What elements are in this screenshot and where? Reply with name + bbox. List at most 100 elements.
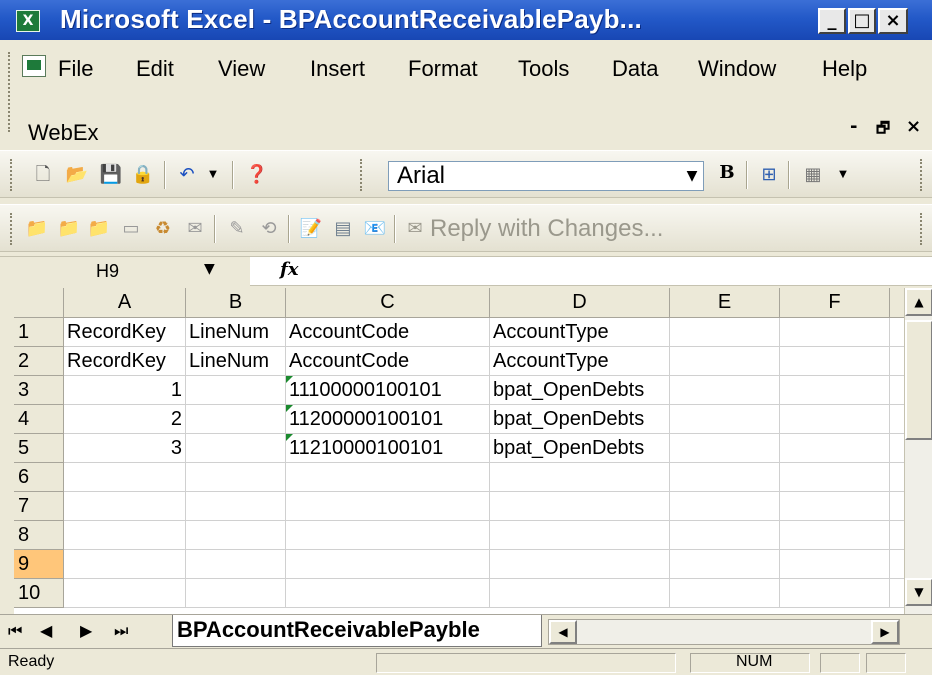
open-icon[interactable]: 📂 — [64, 162, 90, 188]
row-header-6[interactable]: 6 — [14, 463, 64, 492]
column-header-f[interactable]: F — [780, 288, 890, 318]
help-icon[interactable]: ❓ — [244, 162, 270, 188]
cell-a9[interactable] — [64, 550, 186, 579]
name-box-dropdown-icon[interactable]: ▼ — [204, 261, 215, 277]
menu-view[interactable]: View — [218, 56, 265, 82]
row-header-1[interactable]: 1 — [14, 318, 64, 347]
cell-c6[interactable] — [286, 463, 490, 492]
save-icon[interactable]: 💾 — [98, 162, 124, 188]
cell-d7[interactable] — [490, 492, 670, 521]
cell-d6[interactable] — [490, 463, 670, 492]
undo-icon[interactable]: ↶ — [174, 162, 200, 188]
cell-overflow[interactable] — [890, 521, 904, 550]
cell-b2[interactable]: LineNum — [186, 347, 286, 376]
update-file-icon[interactable]: ▤ — [330, 216, 356, 242]
row-header-8[interactable]: 8 — [14, 521, 64, 550]
select-all-corner[interactable] — [14, 288, 64, 318]
cell-c2[interactable]: AccountCode — [286, 347, 490, 376]
cell-f1[interactable] — [780, 318, 890, 347]
merge-center-icon[interactable]: ⊞ — [756, 162, 782, 188]
next-comment-icon[interactable]: 📁 — [86, 216, 112, 242]
cell-f9[interactable] — [780, 550, 890, 579]
cell-e9[interactable] — [670, 550, 780, 579]
mail-recipient-icon[interactable]: 📧 — [362, 216, 388, 242]
edit-comment-icon[interactable]: 📝 — [298, 216, 324, 242]
cell-b10[interactable] — [186, 579, 286, 608]
vertical-scroll-thumb[interactable] — [905, 320, 932, 440]
next-sheet-icon[interactable]: ▶ — [80, 621, 92, 640]
cell-c4[interactable]: 11200000100101 — [286, 405, 490, 434]
cell-a1[interactable]: RecordKey — [64, 318, 186, 347]
font-name-combo[interactable]: Arial — [388, 161, 704, 191]
cell-d10[interactable] — [490, 579, 670, 608]
excel-app-icon[interactable]: X — [16, 10, 40, 32]
cell-d4[interactable]: bpat_OpenDebts — [490, 405, 670, 434]
cell-b4[interactable] — [186, 405, 286, 434]
row-header-4[interactable]: 4 — [14, 405, 64, 434]
menu-file[interactable]: File — [58, 56, 93, 82]
toolbar-grip[interactable] — [10, 213, 14, 245]
toolbar-grip[interactable] — [10, 159, 14, 191]
minimize-button[interactable]: _ — [818, 8, 846, 34]
toolbar-grip[interactable] — [920, 213, 924, 245]
undo-dropdown-icon[interactable]: ▼ — [200, 162, 226, 188]
cell-e7[interactable] — [670, 492, 780, 521]
insert-function-icon[interactable]: fx — [280, 259, 298, 280]
cell-c9[interactable] — [286, 550, 490, 579]
menu-insert[interactable]: Insert — [310, 56, 365, 82]
cell-b5[interactable] — [186, 434, 286, 463]
cell-a4[interactable]: 2 — [64, 405, 186, 434]
cell-b1[interactable]: LineNum — [186, 318, 286, 347]
cell-d5[interactable]: bpat_OpenDebts — [490, 434, 670, 463]
doc-restore-button[interactable]: 🗗 — [876, 118, 890, 143]
cell-e4[interactable] — [670, 405, 780, 434]
scroll-left-icon[interactable]: ◀ — [549, 620, 577, 644]
vertical-scrollbar[interactable]: ▲ ▼ — [904, 288, 932, 614]
cell-f3[interactable] — [780, 376, 890, 405]
workbook-icon[interactable] — [22, 55, 46, 77]
toolbar-grip[interactable] — [920, 159, 924, 191]
cell-b3[interactable] — [186, 376, 286, 405]
cell-overflow[interactable] — [890, 550, 904, 579]
cell-c3[interactable]: 11100000100101 — [286, 376, 490, 405]
first-sheet-icon[interactable]: ⏮ — [8, 621, 22, 641]
column-header-c[interactable]: C — [286, 288, 490, 318]
show-all-comments-icon[interactable]: ♻ — [150, 216, 176, 242]
row-header-2[interactable]: 2 — [14, 347, 64, 376]
cell-overflow[interactable] — [890, 318, 904, 347]
cell-overflow[interactable] — [890, 463, 904, 492]
menu-data[interactable]: Data — [612, 56, 658, 82]
column-header-e[interactable]: E — [670, 288, 780, 318]
bold-button[interactable]: B — [714, 162, 740, 188]
menu-edit[interactable]: Edit — [136, 56, 174, 82]
cell-e10[interactable] — [670, 579, 780, 608]
reject-icon[interactable]: ⟲ — [256, 216, 282, 242]
cell-a5[interactable]: 3 — [64, 434, 186, 463]
cell-c7[interactable] — [286, 492, 490, 521]
cell-d9[interactable] — [490, 550, 670, 579]
cell-overflow[interactable] — [890, 492, 904, 521]
cell-overflow[interactable] — [890, 376, 904, 405]
show-comment-icon[interactable]: ▭ — [118, 216, 144, 242]
borders-dropdown-icon[interactable]: ▼ — [830, 162, 856, 188]
reply-with-changes-button[interactable]: Reply with Changes... — [430, 215, 663, 243]
scroll-down-icon[interactable]: ▼ — [905, 578, 932, 606]
cell-d3[interactable]: bpat_OpenDebts — [490, 376, 670, 405]
cell-e3[interactable] — [670, 376, 780, 405]
previous-comment-icon[interactable]: 📁 — [56, 216, 82, 242]
cell-f6[interactable] — [780, 463, 890, 492]
delete-comment-icon[interactable]: ✉ — [182, 216, 208, 242]
folder-icon[interactable]: 📁 — [24, 216, 50, 242]
cell-overflow[interactable] — [890, 347, 904, 376]
track-changes-icon[interactable]: ✎ — [224, 216, 250, 242]
row-header-10[interactable]: 10 — [14, 579, 64, 608]
cell-a8[interactable] — [64, 521, 186, 550]
worksheet-grid[interactable]: A B C D E F 1 RecordKey LineNum AccountCode… — [14, 288, 904, 614]
borders-icon[interactable]: ▦ — [800, 162, 826, 188]
cell-b8[interactable] — [186, 521, 286, 550]
cell-a10[interactable] — [64, 579, 186, 608]
cell-f7[interactable] — [780, 492, 890, 521]
menu-help[interactable]: Help — [822, 56, 867, 82]
cell-b9[interactable] — [186, 550, 286, 579]
doc-minimize-button[interactable]: - — [850, 116, 857, 137]
